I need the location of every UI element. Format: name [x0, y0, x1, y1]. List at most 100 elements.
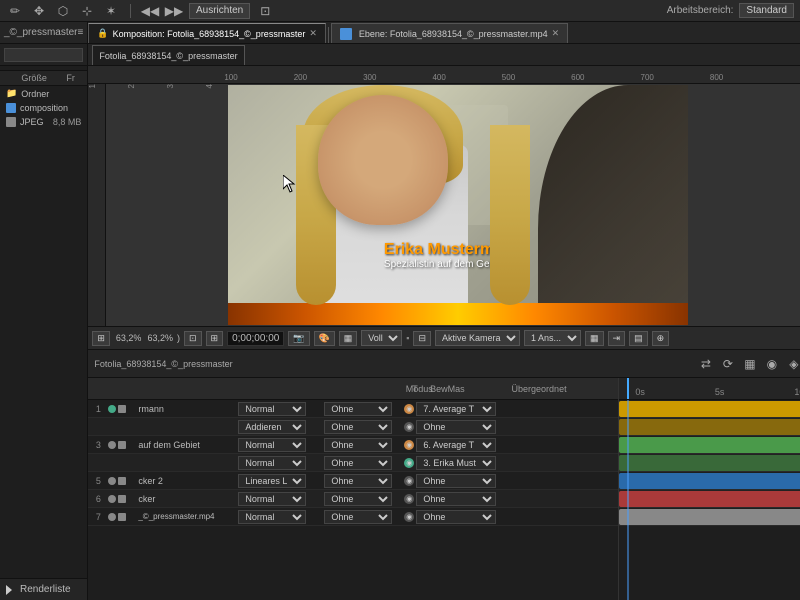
workspace-value[interactable]: Standard [739, 3, 794, 18]
uber-select-3b[interactable]: 3. Erika Must [416, 456, 496, 470]
clip-row-3a[interactable] [619, 436, 800, 454]
layer-tab-label: Ebene: Fotolia_68938154_©_pressmaster.mp… [359, 29, 548, 39]
select-tool-icon[interactable]: ⊹ [78, 2, 96, 20]
layer-tab-close-icon[interactable]: ✕ [552, 28, 560, 39]
clip-row-1b[interactable] [619, 418, 800, 436]
modus-select-1b[interactable]: Addieren [238, 420, 306, 434]
bewmas-select-1b[interactable]: Ohne [324, 420, 392, 434]
next-frame-icon[interactable]: ▶▶ [165, 2, 183, 20]
render-liste[interactable]: Renderliste [0, 578, 87, 600]
uber-select-7[interactable]: Ohne [416, 510, 496, 524]
file-item-jpeg[interactable]: JPEG 8,8 MB [0, 115, 87, 129]
bewmas-select-1[interactable]: Ohne [324, 402, 392, 416]
color-btn[interactable]: 🎨 [314, 331, 335, 346]
tl-icon-grid[interactable]: ▦ [741, 355, 759, 373]
hair-right [490, 125, 530, 305]
layer-solo-5[interactable] [118, 477, 126, 485]
layer-row-5: 5 cker 2 Lineares Licht [88, 472, 618, 490]
layer-dot-5[interactable] [108, 477, 116, 485]
shape-tool-icon[interactable]: ⬡ [54, 2, 72, 20]
person-area [288, 85, 538, 325]
props-btn[interactable]: ▤ [629, 331, 648, 346]
playhead[interactable] [627, 378, 629, 399]
uber-select-5[interactable]: Ohne [416, 474, 496, 488]
timeline-ruler: 0s 5s 10s [619, 378, 800, 400]
move-tool-icon[interactable]: ✥ [30, 2, 48, 20]
clip-bar-6 [619, 491, 800, 507]
zoom-display: 63,2% [114, 333, 144, 343]
ruler-mark-300: 300 [363, 73, 376, 82]
layer-dot-3[interactable] [108, 441, 116, 449]
ausrichten-button[interactable]: Ausrichten [189, 3, 250, 19]
clip-row-6[interactable] [619, 490, 800, 508]
playhead-line [627, 400, 629, 600]
uber-select-1b[interactable]: Ohne [416, 420, 496, 434]
layer-dot-6[interactable] [108, 495, 116, 503]
sub-tab-comp[interactable]: Fotolia_68938154_©_pressmaster [92, 45, 244, 65]
layer-dot-1[interactable] [108, 405, 116, 413]
file-item-composition[interactable]: composition [0, 101, 87, 115]
layer-uber-5: ◉ Ohne [404, 474, 524, 488]
col-t-header: T [406, 384, 424, 394]
more-btn[interactable]: ⊕ [652, 331, 670, 346]
camera-select[interactable]: Aktive Kamera [435, 330, 520, 346]
prev-frame-icon[interactable]: ◀◀ [141, 2, 159, 20]
tl-icon-mask[interactable]: ◉ [763, 355, 781, 373]
tab-close-icon[interactable]: ✕ [309, 28, 317, 39]
camera-tool-icon[interactable]: ✶ [102, 2, 120, 20]
pen-tool-icon[interactable]: ✏ [6, 2, 24, 20]
bewmas-select-5[interactable]: Ohne [324, 474, 392, 488]
modus-select-6[interactable]: Normal [238, 492, 306, 506]
tl-icon-graph[interactable]: ◈ [785, 355, 800, 373]
comp-tab-layer[interactable]: Ebene: Fotolia_68938154_©_pressmaster.mp… [331, 23, 568, 43]
modus-select-3[interactable]: Normal [238, 438, 306, 452]
vertical-ruler: 1 2 3 4 [88, 84, 106, 326]
render-settings-btn[interactable]: ▦ [585, 331, 604, 346]
uber-select-6[interactable]: Ohne [416, 492, 496, 506]
layer-dot-7[interactable] [108, 513, 116, 521]
ruler-10s: 10s [794, 387, 800, 397]
clip-row-7[interactable] [619, 508, 800, 526]
timeline-right: 0s 5s 10s [618, 378, 800, 600]
project-menu-icon[interactable]: ≡ [78, 27, 84, 38]
folder-name: Ordner [21, 89, 81, 99]
quality-select[interactable]: Voll [361, 330, 402, 346]
bewmas-select-7[interactable]: Ohne [324, 510, 392, 524]
layer-solo-6[interactable] [118, 495, 126, 503]
ruler-mark-600: 600 [571, 73, 584, 82]
clip-bar-7 [619, 509, 800, 525]
bewmas-select-3[interactable]: Ohne [324, 438, 392, 452]
snap-btn[interactable]: ⊡ [184, 331, 202, 346]
align-icon[interactable]: ⊡ [256, 2, 274, 20]
view-select[interactable]: 1 Ans... [524, 330, 581, 346]
uber-icon-1: ◉ [404, 404, 414, 414]
view-options-btn[interactable]: ⊟ [413, 331, 431, 346]
file-item-ordner[interactable]: 📁 Ordner [0, 86, 87, 101]
layer-row-7: 7 _©_pressmaster.mp4 Normal [88, 508, 618, 526]
export-btn[interactable]: ⇥ [608, 331, 626, 346]
clip-row-3b[interactable] [619, 454, 800, 472]
modus-select-5[interactable]: Lineares Licht [238, 474, 306, 488]
uber-select-3[interactable]: 6. Average T [416, 438, 496, 452]
expand-btn[interactable]: ⊞ [92, 331, 110, 346]
modus-select-3b[interactable]: Normal [238, 456, 306, 470]
video-canvas[interactable]: Erika Mustermann Spezialistin auf dem Ge… [228, 85, 688, 325]
bewmas-select-3b[interactable]: Ohne [324, 456, 392, 470]
modus-select-1[interactable]: Normal [238, 402, 306, 416]
bewmas-select-6[interactable]: Ohne [324, 492, 392, 506]
layer-controls-5 [108, 477, 138, 485]
uber-select-1[interactable]: 7. Average T [416, 402, 496, 416]
grid-btn[interactable]: ⊞ [206, 331, 224, 346]
render-btn[interactable]: ▦ [339, 331, 358, 346]
tl-icon-loop[interactable]: ⟳ [719, 355, 737, 373]
comp-tab-main[interactable]: 🔒 Komposition: Fotolia_68938154_©_pressm… [88, 23, 326, 43]
layer-solo-1[interactable] [118, 405, 126, 413]
camera-btn[interactable]: 📷 [288, 331, 309, 346]
layer-bewmas-7: Ohne [324, 510, 404, 524]
layer-solo-3[interactable] [118, 441, 126, 449]
modus-select-7[interactable]: Normal [238, 510, 306, 524]
clip-row-1a[interactable] [619, 400, 800, 418]
layer-solo-7[interactable] [118, 513, 126, 521]
clip-row-5[interactable] [619, 472, 800, 490]
tl-icon-switch[interactable]: ⇄ [697, 355, 715, 373]
